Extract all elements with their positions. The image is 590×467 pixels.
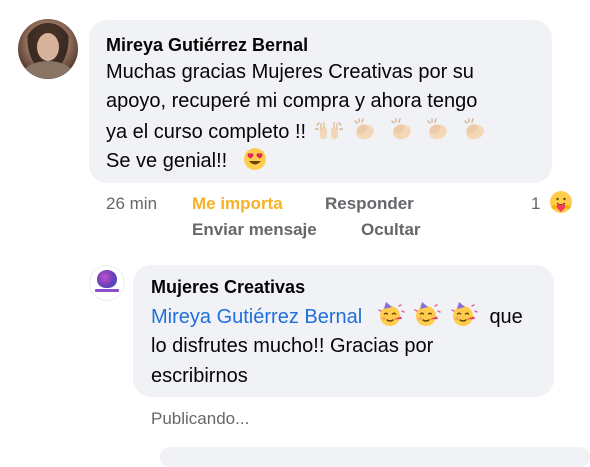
reply-line-1: Mireya Gutiérrez Bernal que bbox=[151, 301, 523, 335]
send-message-button[interactable]: Enviar mensaje bbox=[192, 219, 317, 241]
reply-mention-link[interactable]: Mireya Gutiérrez Bernal bbox=[151, 306, 362, 328]
heart-eyes-icon bbox=[243, 147, 267, 179]
avatar-face bbox=[37, 33, 59, 61]
like-button[interactable]: Me importa bbox=[192, 193, 283, 215]
partying-face-icon bbox=[450, 301, 478, 335]
comment-line-3-text: ya el curso completo !! bbox=[106, 121, 307, 143]
page-logo-shape bbox=[97, 270, 117, 288]
publishing-status: Publicando... bbox=[151, 409, 250, 428]
care-reaction-icon[interactable] bbox=[549, 190, 573, 219]
clapping-hands-icon bbox=[461, 118, 489, 150]
clapping-hands-icon bbox=[388, 118, 416, 150]
comment-timestamp[interactable]: 26 min bbox=[106, 193, 157, 215]
comment-line-4: Se ve genial!! bbox=[106, 147, 267, 179]
clapping-hands-icon bbox=[424, 118, 452, 150]
partying-face-icon bbox=[377, 301, 405, 335]
comment-line-4-text: Se ve genial!! bbox=[106, 150, 228, 172]
comment-line-1: Muchas gracias Mujeres Creativas por su bbox=[106, 61, 474, 83]
comment-line-2: apoyo, recuperé mi compra y ahora tengo bbox=[106, 90, 478, 112]
clapping-hands-icon bbox=[351, 118, 379, 150]
reply-line-3: escribirnos bbox=[151, 365, 248, 387]
reply-line-2: lo disfrutes mucho!! Gracias por bbox=[151, 335, 434, 357]
hide-button[interactable]: Ocultar bbox=[361, 219, 421, 241]
reply-button[interactable]: Responder bbox=[325, 193, 414, 215]
comment-line-3: ya el curso completo !! bbox=[106, 118, 489, 150]
page-logo-mark bbox=[95, 289, 119, 292]
reply-line-1-suffix: que bbox=[489, 306, 523, 328]
page-avatar[interactable] bbox=[89, 265, 125, 301]
next-comment-bubble bbox=[160, 447, 590, 467]
commenter-avatar[interactable] bbox=[18, 19, 78, 79]
raising-hands-icon bbox=[313, 118, 344, 150]
partying-face-icon bbox=[413, 301, 442, 335]
reply-author[interactable]: Mujeres Creativas bbox=[151, 276, 305, 298]
reaction-count[interactable]: 1 bbox=[531, 193, 540, 215]
comment-author[interactable]: Mireya Gutiérrez Bernal bbox=[106, 34, 308, 56]
